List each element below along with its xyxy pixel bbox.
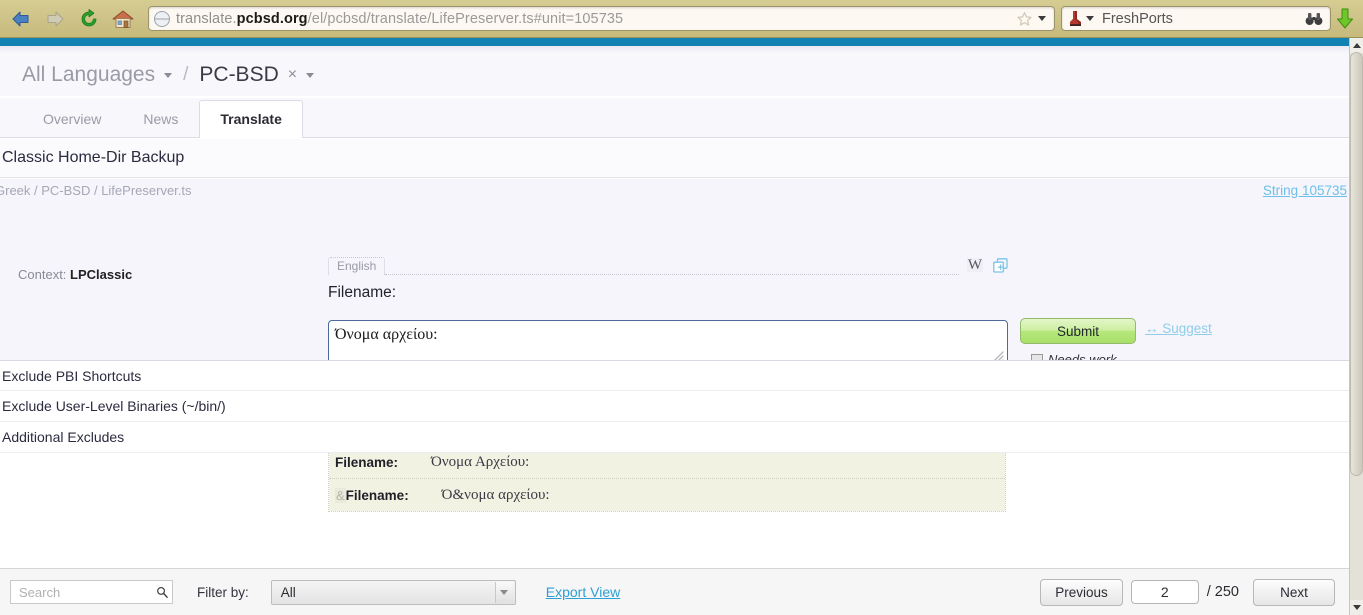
reload-button[interactable]	[72, 2, 106, 36]
breadcrumb-separator: /	[183, 64, 189, 85]
url-path: /el/pcbsd/translate/LifePreserver.ts#uni…	[307, 10, 624, 27]
submit-button[interactable]: Submit	[1020, 318, 1136, 344]
search-engine-label: FreshPorts	[1102, 10, 1173, 27]
source-language-rule	[385, 257, 959, 275]
breadcrumb: All Languages / PC-BSD ×	[0, 54, 1349, 96]
site-globe-icon	[154, 10, 170, 27]
suggest-link[interactable]: ↔ Suggest	[1145, 321, 1212, 336]
search-box[interactable]	[10, 580, 173, 604]
forward-button[interactable]	[38, 2, 72, 36]
page-content: All Languages / PC-BSD × Overview News T…	[0, 46, 1349, 615]
page-number-input[interactable]	[1130, 580, 1199, 604]
page-scrollbar[interactable]	[1349, 38, 1363, 615]
ampersand-badge: &	[335, 487, 346, 503]
forward-arrow-icon	[47, 11, 64, 26]
context-label: Context: LPClassic	[18, 267, 132, 282]
scroll-up-arrow-icon[interactable]	[1350, 38, 1363, 53]
breadcrumb-language[interactable]: All Languages	[22, 63, 155, 87]
url-subdomain: translate.	[176, 10, 237, 27]
string-id-link[interactable]: String 105735	[1263, 183, 1347, 198]
similar-target: Ό&νομα αρχείου:	[441, 486, 550, 503]
similar-translation-row[interactable]: & Filename: Ό&νομα αρχείου:	[329, 479, 1005, 511]
translation-editor: Context: LPClassic English W Filename: Ό…	[0, 201, 1349, 615]
next-button[interactable]: Next	[1253, 578, 1335, 606]
string-row[interactable]: Additional Excludes	[0, 422, 1349, 453]
url-text: translate.pcbsd.org/el/pcbsd/translate/L…	[176, 11, 1012, 27]
home-icon	[112, 10, 134, 28]
breadcrumb-project[interactable]: PC-BSD	[199, 63, 278, 87]
filter-select[interactable]: All	[270, 579, 516, 605]
scrollbar-thumb[interactable]	[1350, 52, 1363, 476]
url-domain: pcbsd.org	[236, 10, 308, 27]
star-icon[interactable]	[1016, 11, 1033, 27]
tab-bar: Overview News Translate	[0, 98, 1349, 138]
similar-source: Filename:	[335, 455, 399, 470]
url-dropdown-chevron-down-icon[interactable]	[1038, 16, 1046, 21]
search-magnifier-icon[interactable]	[156, 584, 168, 600]
page-title: Classic Home-Dir Backup	[2, 149, 185, 166]
browser-accent-strip	[0, 38, 1363, 46]
tab-overview[interactable]: Overview	[22, 100, 122, 138]
scroll-down-arrow-icon[interactable]	[1350, 600, 1363, 615]
unit-path-bar: Greek / PC-BSD / LifePreserver.ts String…	[0, 179, 1349, 201]
source-text: Filename:	[328, 284, 397, 301]
string-title-bar: Classic Home-Dir Backup	[0, 139, 1349, 178]
copy-add-icon[interactable]	[993, 257, 1008, 273]
browser-search-bar[interactable]: FreshPorts	[1061, 6, 1331, 31]
string-list: Exclude PBI Shortcuts Exclude User-Level…	[0, 360, 1349, 453]
bottom-toolbar: Filter by: All Export View Previous / 25…	[0, 568, 1349, 615]
context-prefix: Context:	[18, 267, 67, 282]
download-arrow-icon	[1337, 8, 1353, 28]
context-value: LPClassic	[70, 267, 133, 282]
back-arrow-icon	[12, 11, 29, 26]
reload-icon	[81, 8, 97, 26]
freshports-boot-icon	[1070, 10, 1081, 26]
home-button[interactable]	[106, 2, 140, 36]
similar-source: Filename:	[345, 487, 409, 503]
source-segment: English W Filename:	[328, 256, 1008, 302]
browser-toolbar: translate.pcbsd.org/el/pcbsd/translate/L…	[0, 0, 1363, 38]
filter-label: Filter by:	[197, 584, 249, 600]
string-row[interactable]: Exclude User-Level Binaries (~/bin/)	[0, 391, 1349, 422]
search-engine-chevron-down-icon[interactable]	[1086, 16, 1094, 21]
tab-translate[interactable]: Translate	[199, 100, 303, 138]
export-view-link[interactable]: Export View	[546, 584, 620, 600]
binoculars-icon[interactable]	[1305, 12, 1323, 26]
breadcrumb-project-close-x-icon[interactable]: ×	[288, 66, 297, 84]
translation-textarea[interactable]	[328, 320, 1008, 364]
page-total-label: / 250	[1206, 584, 1239, 600]
back-button[interactable]	[4, 2, 38, 36]
download-button[interactable]	[1331, 7, 1359, 31]
source-language-label: English	[328, 257, 386, 275]
search-input[interactable]	[17, 583, 156, 601]
breadcrumb-language-chevron-down-icon[interactable]	[164, 72, 173, 78]
similar-target: Όνομα Αρχείου:	[431, 454, 530, 470]
string-row[interactable]: Exclude PBI Shortcuts	[0, 360, 1349, 391]
page-top-gradient	[0, 46, 1349, 54]
pagination: Previous / 250 Next	[1040, 578, 1335, 606]
filter-selected-value: All	[280, 584, 296, 600]
breadcrumb-unit-path: Greek / PC-BSD / LifePreserver.ts	[0, 182, 192, 198]
filter-chevron-down-icon[interactable]	[494, 581, 513, 603]
wikipedia-w-icon[interactable]: W	[966, 258, 983, 273]
breadcrumb-project-chevron-down-icon[interactable]	[306, 72, 315, 78]
source-language-row: English W	[328, 256, 1008, 276]
url-bar[interactable]: translate.pcbsd.org/el/pcbsd/translate/L…	[148, 6, 1055, 31]
tab-news[interactable]: News	[122, 100, 199, 138]
previous-button[interactable]: Previous	[1040, 578, 1123, 606]
